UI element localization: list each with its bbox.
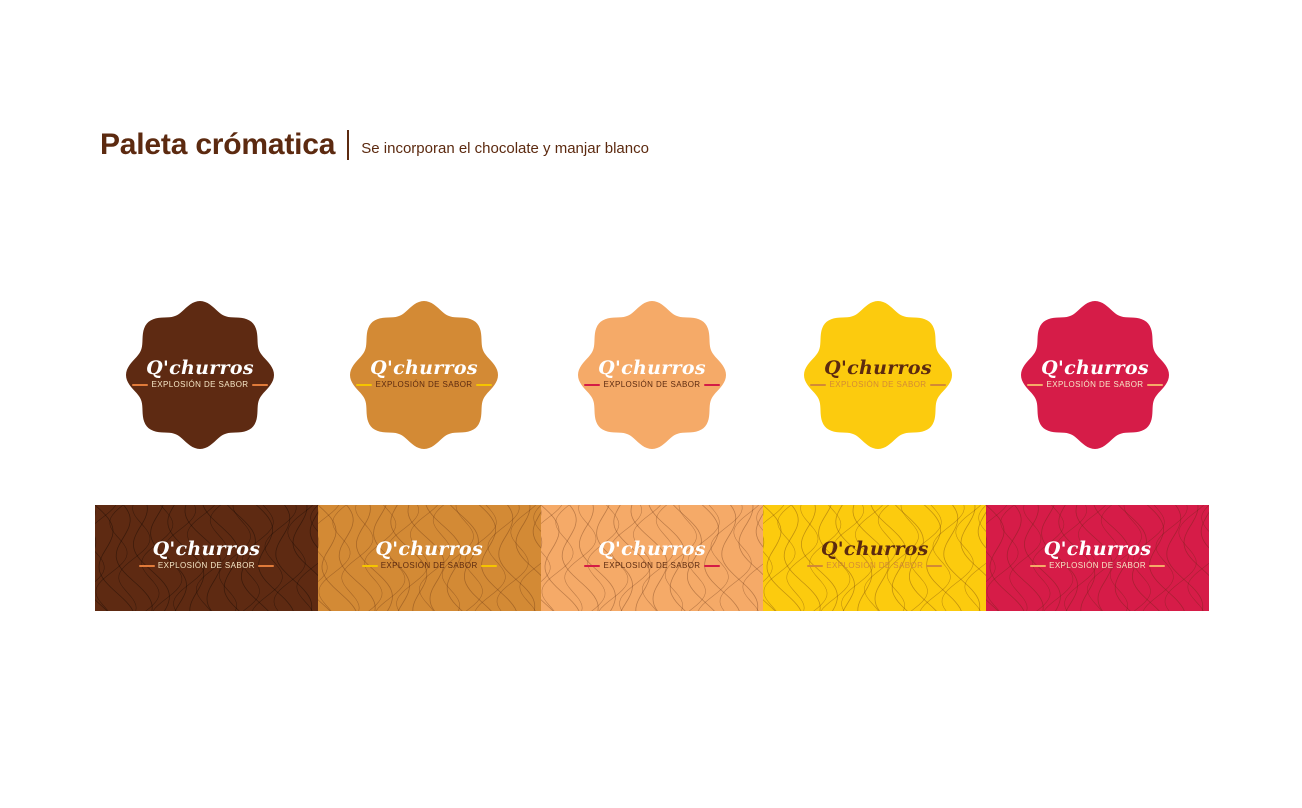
- tagline-dash-right: [257, 564, 274, 567]
- brand-tagline: EXPLOSIÓN DE SABOR: [603, 380, 701, 389]
- brand-tagline: EXPLOSIÓN DE SABOR: [1049, 561, 1147, 570]
- brand-logo: Q'churros EXPLOSIÓN DE SABOR: [541, 538, 764, 570]
- color-tile-5: Q'churros EXPLOSIÓN DE SABOR: [986, 505, 1209, 611]
- badge-row: Q'churros EXPLOSIÓN DE SABOR Q'churros EXPL…: [0, 299, 1302, 451]
- brand-logo: Q'churros EXPLOSIÓN DE SABOR: [1019, 357, 1171, 389]
- color-badge-5: Q'churros EXPLOSIÓN DE SABOR: [1019, 299, 1171, 451]
- brand-logo: Q'churros EXPLOSIÓN DE SABOR: [576, 357, 728, 389]
- tagline-dash-right: [475, 383, 492, 386]
- tagline-row: EXPLOSIÓN DE SABOR: [1019, 380, 1171, 389]
- tagline-dash-right: [1146, 383, 1163, 386]
- brand-name: Q'churros: [375, 538, 484, 560]
- brand-name: Q'churros: [820, 538, 929, 560]
- brand-logo: Q'churros EXPLOSIÓN DE SABOR: [318, 538, 541, 570]
- tagline-dash-right: [926, 564, 943, 567]
- brand-tagline: EXPLOSIÓN DE SABOR: [380, 561, 478, 570]
- brand-tagline: EXPLOSIÓN DE SABOR: [826, 561, 924, 570]
- tagline-row: EXPLOSIÓN DE SABOR: [124, 380, 276, 389]
- brand-logo: Q'churros EXPLOSIÓN DE SABOR: [802, 357, 954, 389]
- tagline-row: EXPLOSIÓN DE SABOR: [541, 561, 764, 570]
- tagline-dash-left: [1030, 564, 1047, 567]
- color-tile-2: Q'churros EXPLOSIÓN DE SABOR: [317, 505, 541, 611]
- color-tile-1: Q'churros EXPLOSIÓN DE SABOR: [95, 505, 318, 611]
- brand-name: Q'churros: [1041, 357, 1149, 379]
- tagline-dash-right: [703, 564, 720, 567]
- tagline-dash-left: [1027, 383, 1044, 386]
- brand-name: Q'churros: [370, 357, 478, 379]
- pattern-strip: Q'churros EXPLOSIÓN DE SABOR Q'churros EXPL…: [95, 505, 1209, 611]
- tagline-row: EXPLOSIÓN DE SABOR: [95, 561, 318, 570]
- brand-logo: Q'churros EXPLOSIÓN DE SABOR: [763, 538, 986, 570]
- brand-tagline: EXPLOSIÓN DE SABOR: [603, 561, 701, 570]
- tagline-dash-right: [703, 383, 720, 386]
- tagline-row: EXPLOSIÓN DE SABOR: [763, 561, 986, 570]
- tagline-dash-left: [810, 383, 827, 386]
- page-subtitle: Se incorporan el chocolate y manjar blan…: [361, 139, 649, 157]
- tagline-row: EXPLOSIÓN DE SABOR: [348, 380, 500, 389]
- brand-tagline: EXPLOSIÓN DE SABOR: [157, 561, 255, 570]
- brand-logo: Q'churros EXPLOSIÓN DE SABOR: [348, 357, 500, 389]
- tagline-dash-right: [929, 383, 946, 386]
- color-badge-4: Q'churros EXPLOSIÓN DE SABOR: [802, 299, 954, 451]
- tagline-row: EXPLOSIÓN DE SABOR: [986, 561, 1209, 570]
- brand-name: Q'churros: [824, 357, 932, 379]
- color-badge-2: Q'churros EXPLOSIÓN DE SABOR: [348, 299, 500, 451]
- tagline-dash-left: [138, 564, 155, 567]
- brand-logo: Q'churros EXPLOSIÓN DE SABOR: [986, 538, 1209, 570]
- color-tile-4: Q'churros EXPLOSIÓN DE SABOR: [763, 505, 987, 611]
- tagline-row: EXPLOSIÓN DE SABOR: [318, 561, 541, 570]
- brand-tagline: EXPLOSIÓN DE SABOR: [1046, 380, 1144, 389]
- title-divider: [347, 130, 350, 160]
- tagline-dash-left: [584, 383, 601, 386]
- tagline-dash-right: [480, 564, 497, 567]
- brand-logo: Q'churros EXPLOSIÓN DE SABOR: [124, 357, 276, 389]
- color-tile-3: Q'churros EXPLOSIÓN DE SABOR: [540, 505, 764, 611]
- tagline-dash-left: [807, 564, 824, 567]
- brand-tagline: EXPLOSIÓN DE SABOR: [151, 380, 249, 389]
- tagline-row: EXPLOSIÓN DE SABOR: [576, 380, 728, 389]
- brand-tagline: EXPLOSIÓN DE SABOR: [829, 380, 927, 389]
- tagline-dash-left: [356, 383, 373, 386]
- tagline-dash-left: [584, 564, 601, 567]
- brand-name: Q'churros: [598, 357, 706, 379]
- page-header: Paleta crómatica Se incorporan el chocol…: [100, 128, 649, 162]
- tagline-row: EXPLOSIÓN DE SABOR: [802, 380, 954, 389]
- brand-name: Q'churros: [598, 538, 706, 560]
- brand-name: Q'churros: [152, 538, 261, 560]
- brand-name: Q'churros: [146, 357, 254, 379]
- color-badge-3: Q'churros EXPLOSIÓN DE SABOR: [576, 299, 728, 451]
- brand-tagline: EXPLOSIÓN DE SABOR: [375, 380, 473, 389]
- color-badge-1: Q'churros EXPLOSIÓN DE SABOR: [124, 299, 276, 451]
- tagline-dash-left: [361, 564, 378, 567]
- brand-name: Q'churros: [1043, 538, 1152, 560]
- tagline-dash-left: [132, 383, 149, 386]
- page-title: Paleta crómatica: [100, 128, 336, 161]
- tagline-dash-right: [1149, 564, 1166, 567]
- brand-logo: Q'churros EXPLOSIÓN DE SABOR: [95, 538, 318, 570]
- tagline-dash-right: [251, 383, 268, 386]
